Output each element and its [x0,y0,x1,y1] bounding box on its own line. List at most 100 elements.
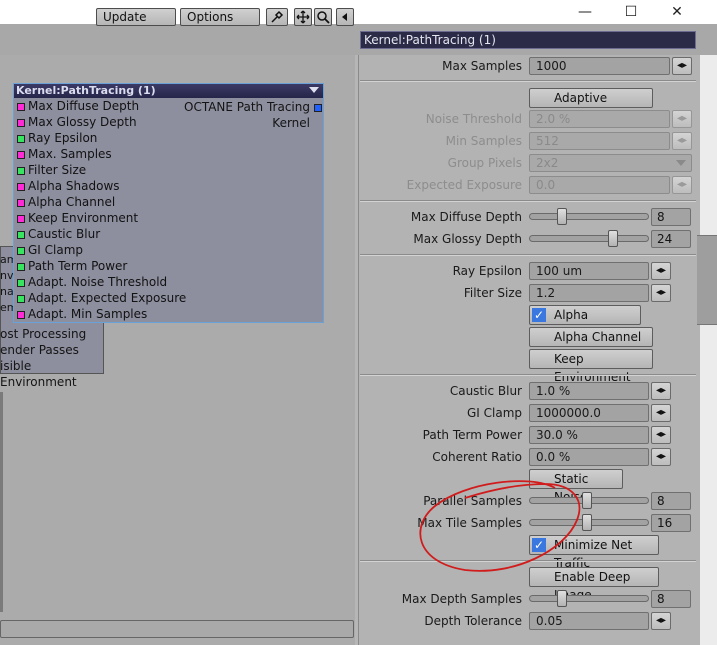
input-label: Ray Epsilon [28,131,98,145]
collapse-panel-button[interactable] [336,8,354,26]
node-input-row[interactable]: GI Clamp [14,242,323,258]
slider-thumb[interactable] [608,230,618,247]
options-button[interactable]: Options [180,8,260,26]
node-input-row[interactable]: Adapt. Min Samples [14,306,323,322]
close-button[interactable]: ✕ [654,0,700,24]
slider-thumb[interactable] [557,208,567,225]
expected-exposure-field[interactable]: 0.0 [529,176,670,194]
filter-size-field[interactable]: 1.2 [529,284,649,302]
input-label: Caustic Blur [28,227,101,241]
path-term-power-field[interactable]: 30.0 % [529,426,649,444]
depth-tolerance-spinner[interactable]: ◂▸ [651,612,671,630]
kernel-node-header[interactable]: Kernel:PathTracing (1) [14,84,323,98]
input-port[interactable] [17,199,25,207]
node-collapse-icon[interactable] [309,87,319,95]
divider [360,80,696,82]
node-input-row[interactable]: Path Term Power [14,258,323,274]
max-depth-samples-slider[interactable] [529,590,649,607]
input-label: Alpha Shadows [28,179,120,193]
gi-clamp-field[interactable]: 1000000.0 [529,404,649,422]
coherent-ratio-spinner[interactable]: ◂▸ [651,448,671,466]
input-port[interactable] [17,167,25,175]
caustic-blur-field[interactable]: 1.0 % [529,382,649,400]
node-input-row[interactable]: Alpha Shadows [14,178,323,194]
alpha-channel-label: Alpha Channel [554,330,642,344]
spinner-arrows-icon: ◂▸ [676,179,688,190]
zoom-button[interactable] [314,8,332,26]
input-label: Adapt. Min Samples [28,307,148,321]
pan-button[interactable] [294,8,312,26]
path-term-power-spinner[interactable]: ◂▸ [651,426,671,444]
ray-epsilon-field[interactable]: 100 um [529,262,649,280]
alpha-shadows-toggle[interactable]: ✓Alpha Shadows [529,305,641,340]
min-samples-field[interactable]: 512 [529,132,670,150]
input-port[interactable] [17,231,25,239]
input-label: Adapt. Noise Threshold [28,275,168,289]
max-diffuse-depth-field[interactable]: 8 [651,208,691,226]
node-input-row[interactable]: Keep Environment [14,210,323,226]
input-port[interactable] [17,135,25,143]
max-samples-field[interactable]: 1000 [529,57,670,75]
group-pixels-label: Group Pixels [447,156,522,170]
chevron-down-icon [676,160,686,166]
input-port[interactable] [17,215,25,223]
group-pixels-dropdown[interactable]: 2x2 [529,154,692,172]
ray-epsilon-spinner[interactable]: ◂▸ [651,262,671,280]
max-glossy-depth-slider[interactable] [529,230,649,247]
adaptive-sampling-toggle[interactable]: Adaptive Sampling [529,88,653,123]
max-glossy-depth-field[interactable]: 24 [651,230,691,248]
input-port[interactable] [17,103,25,111]
canvas-scrollbar[interactable] [0,620,354,638]
noise-threshold-field[interactable]: 2.0 % [529,110,670,128]
node-input-row[interactable]: Adapt. Noise Threshold [14,274,323,290]
back-node-row: isible Environment [0,359,77,389]
input-port[interactable] [17,295,25,303]
max-depth-samples-field[interactable]: 8 [651,590,691,608]
input-label: GI Clamp [28,243,84,257]
input-port[interactable] [17,311,25,319]
filter-size-spinner[interactable]: ◂▸ [651,284,671,302]
max-tile-samples-field[interactable]: 16 [651,514,691,532]
input-port[interactable] [17,263,25,271]
caustic-blur-spinner[interactable]: ◂▸ [651,382,671,400]
ray-epsilon-label: Ray Epsilon [452,264,522,278]
alpha-channel-toggle[interactable]: Alpha Channel [529,327,653,347]
input-port[interactable] [17,151,25,159]
eyedropper-button[interactable] [266,8,288,26]
node-input-row[interactable]: Adapt. Expected Exposure [14,290,323,306]
depth-tolerance-field[interactable]: 0.05 [529,612,649,630]
parallel-samples-field[interactable]: 8 [651,492,691,510]
input-port[interactable] [17,247,25,255]
max-samples-label: Max Samples [442,59,522,73]
node-input-row[interactable]: Max. Samples [14,146,323,162]
min-samples-spinner[interactable]: ◂▸ [672,132,692,150]
node-input-row[interactable]: Filter Size [14,162,323,178]
max-samples-spinner[interactable]: ◂▸ [672,57,692,75]
minimize-button[interactable]: — [562,0,608,24]
expected-exposure-spinner[interactable]: ◂▸ [672,176,692,194]
input-port[interactable] [17,119,25,127]
divider [360,254,696,256]
slider-thumb[interactable] [557,590,567,607]
back-node-rows: ost Processing ender Passes isible Envir… [0,326,104,390]
input-port[interactable] [17,279,25,287]
node-input-row[interactable]: Ray Epsilon [14,130,323,146]
node-input-row[interactable]: Caustic Blur [14,226,323,242]
input-label: Filter Size [28,163,87,177]
kernel-node-output[interactable]: OCTANE Path Tracing Kernel [164,99,324,130]
spinner-arrows-icon: ◂▸ [676,135,688,146]
output-port[interactable] [314,104,322,112]
coherent-ratio-field[interactable]: 0.0 % [529,448,649,466]
keep-environment-toggle[interactable]: Keep Environment [529,349,653,384]
max-diffuse-depth-slider[interactable] [529,208,649,225]
maximize-button[interactable]: ☐ [608,0,654,24]
update-button[interactable]: Update [96,8,176,26]
max-diffuse-depth-label: Max Diffuse Depth [410,210,522,224]
node-input-row[interactable]: Alpha Channel [14,194,323,210]
input-label: Max Glossy Depth [28,115,137,129]
kernel-node[interactable]: Kernel:PathTracing (1) Max Diffuse Depth… [13,83,324,323]
background-window-strip [697,235,717,325]
input-port[interactable] [17,183,25,191]
gi-clamp-spinner[interactable]: ◂▸ [651,404,671,422]
noise-threshold-spinner[interactable]: ◂▸ [672,110,692,128]
